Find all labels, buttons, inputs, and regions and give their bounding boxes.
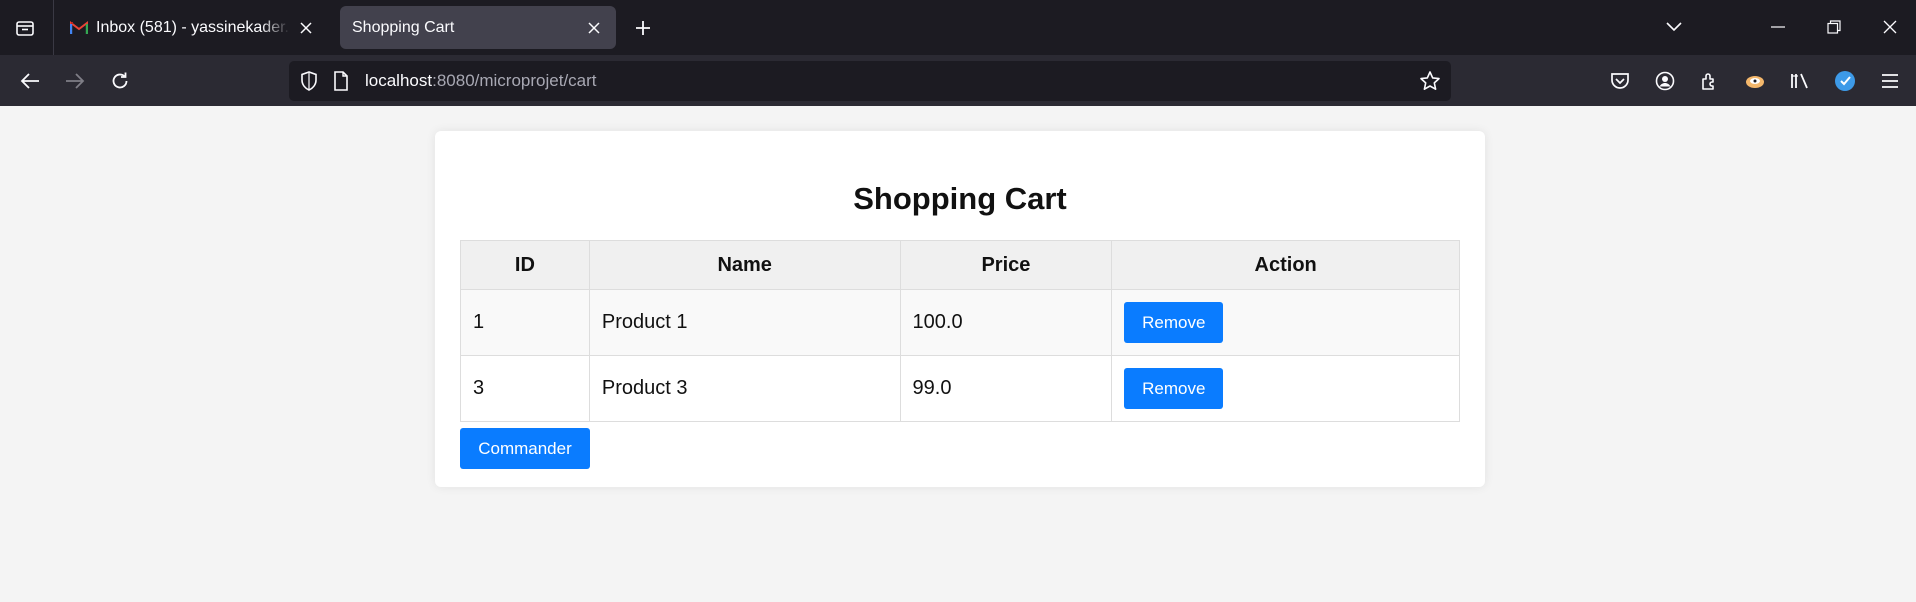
close-tab-icon[interactable] xyxy=(296,18,316,38)
cart-container: Shopping Cart ID Name Price Action 1 Pro… xyxy=(435,131,1485,487)
cell-name: Product 3 xyxy=(588,355,901,422)
pocket-icon[interactable] xyxy=(1606,67,1634,95)
shield-icon[interactable] xyxy=(297,69,321,93)
table-row: 1 Product 1 100.0 Remove xyxy=(460,289,1460,356)
column-header-id: ID xyxy=(460,240,590,290)
tab-separator xyxy=(53,0,54,55)
cell-id: 3 xyxy=(460,355,590,422)
url-path: :8080/microprojet/cart xyxy=(432,71,597,90)
list-all-tabs-icon[interactable] xyxy=(1658,12,1690,42)
page-viewport: Shopping Cart ID Name Price Action 1 Pro… xyxy=(0,106,1916,602)
column-header-action: Action xyxy=(1111,240,1460,290)
cell-action: Remove xyxy=(1111,289,1460,356)
page-title: Shopping Cart xyxy=(853,181,1067,216)
tab-title: Shopping Cart xyxy=(352,18,455,36)
url-host: localhost xyxy=(365,71,433,90)
column-header-name: Name xyxy=(588,240,901,290)
back-icon[interactable] xyxy=(14,65,46,97)
cell-name: Product 1 xyxy=(588,289,901,356)
remove-button[interactable]: Remove xyxy=(1124,368,1224,409)
restore-icon[interactable] xyxy=(1818,12,1850,42)
commander-button[interactable]: Commander xyxy=(460,428,590,469)
cell-price: 99.0 xyxy=(899,355,1113,422)
url-text[interactable]: localhost:8080/microprojet/cart xyxy=(365,61,597,101)
table-row: 3 Product 3 99.0 Remove xyxy=(460,355,1460,422)
bookmark-star-icon[interactable] xyxy=(1418,69,1442,93)
cell-id: 1 xyxy=(460,289,590,356)
extension-addon-icon[interactable] xyxy=(1741,67,1769,95)
tab-list-icon[interactable] xyxy=(10,13,40,43)
browser-tab-bar: Inbox (581) - yassinekader.contact@gmail… xyxy=(0,0,1916,55)
gmail-icon xyxy=(70,19,88,37)
reload-icon[interactable] xyxy=(104,65,136,97)
cart-table: ID Name Price Action 1 Product 1 100.0 R… xyxy=(460,240,1460,422)
table-header-row: ID Name Price Action xyxy=(460,240,1460,290)
column-header-price: Price xyxy=(899,240,1113,290)
page-icon[interactable] xyxy=(329,69,353,93)
cell-action: Remove xyxy=(1111,355,1460,422)
url-bar[interactable]: localhost:8080/microprojet/cart xyxy=(289,61,1451,101)
close-window-icon[interactable] xyxy=(1874,12,1906,42)
browser-nav-bar: localhost:8080/microprojet/cart xyxy=(0,55,1916,106)
forward-icon xyxy=(59,65,91,97)
close-tab-icon[interactable] xyxy=(584,18,604,38)
new-tab-icon[interactable] xyxy=(628,14,658,42)
remove-button[interactable]: Remove xyxy=(1124,302,1224,343)
tab-gmail[interactable]: Inbox (581) - yassinekader.contact@gmail… xyxy=(58,6,328,49)
extensions-icon[interactable] xyxy=(1696,67,1724,95)
minimize-icon[interactable] xyxy=(1762,12,1794,42)
tab-shopping-cart[interactable]: Shopping Cart xyxy=(340,6,616,49)
account-icon[interactable] xyxy=(1651,67,1679,95)
cell-price: 100.0 xyxy=(899,289,1113,356)
library-icon[interactable] xyxy=(1786,67,1814,95)
extension-blue-icon[interactable] xyxy=(1831,67,1859,95)
menu-icon[interactable] xyxy=(1876,67,1904,95)
tab-title: Inbox (581) - yassinekader.contact@gmail… xyxy=(96,18,290,36)
